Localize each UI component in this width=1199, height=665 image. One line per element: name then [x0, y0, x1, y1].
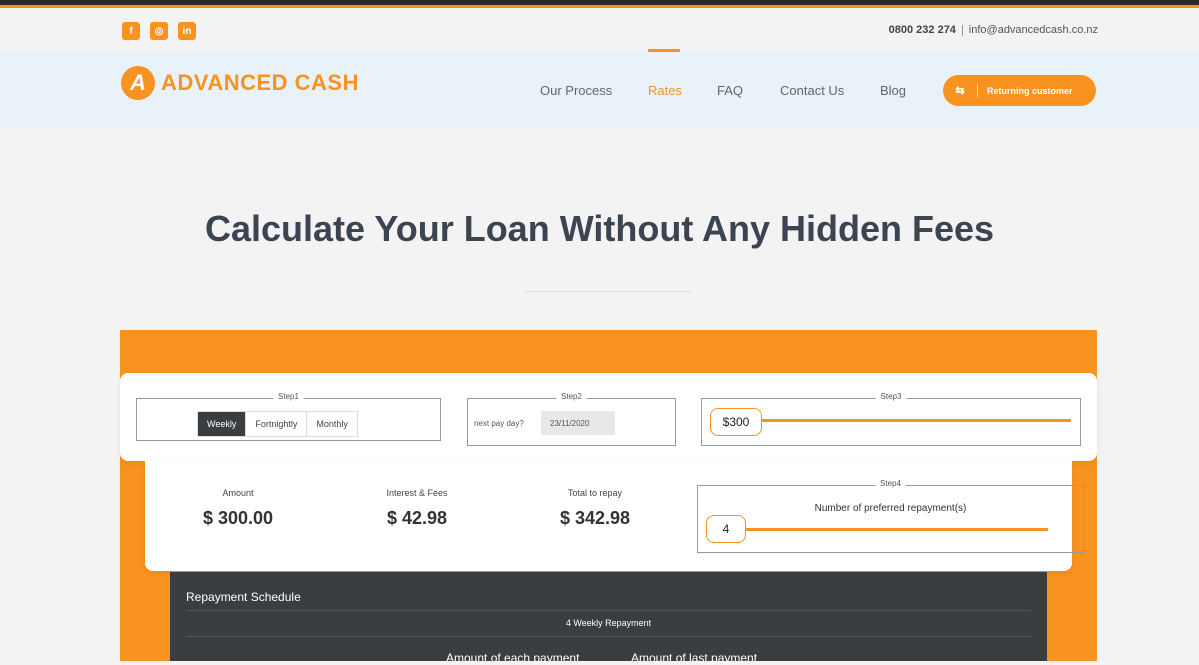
logo-text: ADVANCED CASH	[161, 70, 359, 95]
amount-slider-track[interactable]	[760, 419, 1071, 422]
total-label: Total to repay	[567, 488, 623, 498]
nav-rates[interactable]: Rates	[648, 83, 682, 98]
fees-label: Interest & Fees	[386, 488, 448, 498]
amount-value: $ 300.00	[202, 508, 274, 528]
nav-faq[interactable]: FAQ	[717, 83, 743, 98]
schedule-subtitle: 4 Weekly Repayment	[565, 618, 652, 628]
email-link[interactable]: info@advancedcash.co.nz	[969, 24, 1098, 36]
nav-contact-us[interactable]: Contact Us	[780, 83, 844, 98]
fees-value: $ 42.98	[386, 508, 448, 528]
linkedin-icon[interactable]: in	[178, 22, 196, 40]
next-pay-day-label: next pay day?	[474, 419, 524, 428]
contact-separator: |	[960, 24, 964, 36]
schedule-title: Repayment Schedule	[186, 590, 301, 604]
repayments-slider-track[interactable]	[742, 528, 1048, 531]
returning-customer-button[interactable]: ⇆ Returning customer	[943, 75, 1096, 106]
frequency-selector: Weekly Fortnightly Monthly	[197, 411, 358, 437]
total-value: $ 342.98	[559, 508, 631, 528]
nav-blog[interactable]: Blog	[880, 83, 906, 98]
returning-customer-label: Returning customer	[987, 85, 1073, 96]
brand-logo[interactable]: A ADVANCED CASH	[121, 66, 359, 100]
instagram-icon[interactable]: ◎	[150, 22, 168, 40]
option-monthly[interactable]: Monthly	[307, 412, 357, 436]
schedule-col-last-payment: Amount of last payment	[631, 651, 758, 665]
logo-icon: A	[121, 66, 155, 100]
top-accent-bar	[0, 0, 1199, 8]
step4-fieldset: Step4	[697, 479, 1084, 553]
title-divider	[525, 291, 692, 292]
active-nav-indicator	[648, 49, 680, 52]
schedule-divider	[186, 610, 1031, 611]
step1-legend: Step1	[273, 392, 304, 401]
phone-number[interactable]: 0800 232 274	[889, 24, 956, 36]
step3-legend: Step3	[875, 392, 907, 401]
nav-our-process[interactable]: Our Process	[540, 83, 612, 98]
page-title: Calculate Your Loan Without Any Hidden F…	[204, 208, 995, 249]
contact-info: 0800 232 274 | info@advancedcash.co.nz	[889, 24, 1098, 36]
repayment-schedule	[170, 572, 1047, 661]
schedule-divider	[186, 636, 1031, 637]
step4-legend: Step4	[875, 479, 906, 488]
amount-label: Amount	[222, 488, 254, 498]
option-weekly[interactable]: Weekly	[198, 412, 247, 436]
schedule-col-each-payment: Amount of each payment	[446, 651, 580, 665]
next-pay-day-input[interactable]: 23/11/2020	[541, 411, 615, 435]
swap-icon: ⇆	[943, 84, 978, 97]
step2-legend: Step2	[556, 392, 587, 401]
repayments-label: Number of preferred repayment(s)	[814, 503, 967, 514]
facebook-icon[interactable]: f	[122, 22, 140, 40]
option-fortnightly[interactable]: Fortnightly	[246, 412, 308, 436]
repayments-slider-handle[interactable]: 4	[706, 515, 746, 543]
amount-slider-handle[interactable]: $300	[710, 408, 762, 436]
